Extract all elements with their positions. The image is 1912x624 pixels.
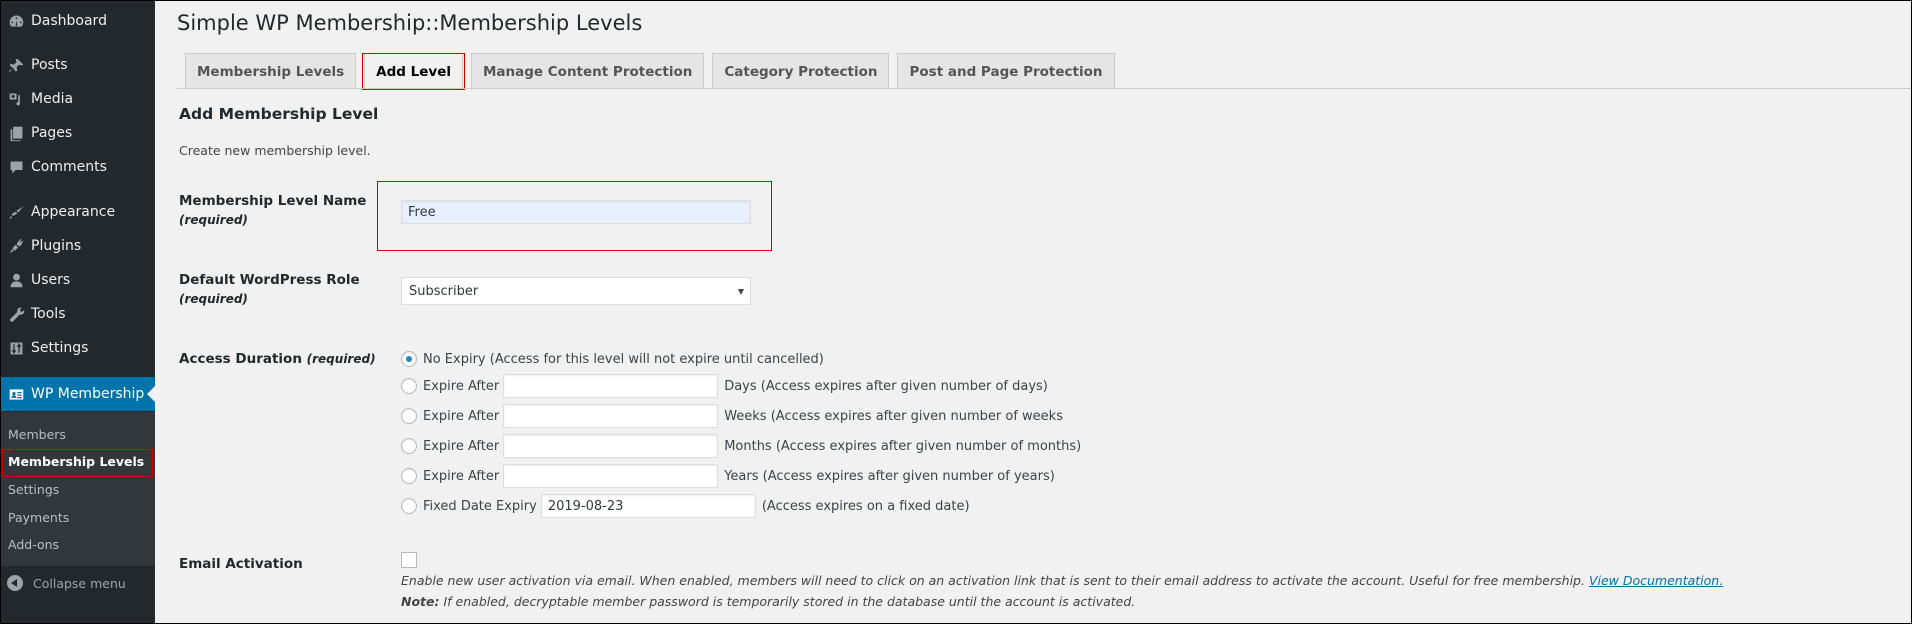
wordpress-role-label: Default WordPress Role (required): [179, 272, 360, 306]
dashboard-icon: [1, 13, 31, 30]
expire-days-radio[interactable]: [401, 378, 417, 394]
duration-option-fixed-date: Fixed Date Expiry (Access expires on a f…: [401, 494, 970, 518]
sidebar-item-appearance[interactable]: Appearance: [1, 195, 155, 229]
sidebar-item-comments[interactable]: Comments: [1, 150, 155, 184]
settings-icon: [1, 340, 31, 357]
tab-add-level[interactable]: Add Level: [362, 53, 465, 90]
expire-months-input[interactable]: [503, 434, 719, 458]
sidebar-item-dashboard[interactable]: Dashboard: [1, 4, 155, 38]
level-name-input[interactable]: [401, 200, 751, 224]
sidebar-item-pages[interactable]: Pages: [1, 116, 155, 150]
expire-weeks-input[interactable]: [503, 404, 719, 428]
user-icon: [1, 272, 31, 289]
sidebar-item-wp-membership[interactable]: WP Membership: [1, 377, 155, 411]
id-card-icon: [1, 386, 31, 403]
tab-membership-levels[interactable]: Membership Levels: [185, 53, 357, 89]
nav-tabs: Membership Levels Add Level Manage Conte…: [185, 53, 1123, 90]
pin-icon: [1, 57, 31, 74]
duration-option-months: Expire After Months (Access expires afte…: [401, 434, 1081, 458]
tab-category-protection[interactable]: Category Protection: [712, 53, 890, 89]
submenu-item-payments[interactable]: Payments: [1, 504, 155, 530]
page-title: Simple WP Membership::Membership Levels: [177, 11, 643, 35]
expire-years-input[interactable]: [503, 464, 719, 488]
fixed-date-input[interactable]: [540, 494, 756, 518]
sidebar-item-posts[interactable]: Posts: [1, 48, 155, 82]
access-duration-label: Access Duration (required): [179, 351, 376, 367]
media-icon: [1, 91, 31, 108]
comment-icon: [1, 159, 31, 176]
level-name-label: Membership Level Name (required): [179, 193, 367, 227]
duration-option-no-expiry: No Expiry (Access for this level will no…: [401, 347, 824, 371]
pages-icon: [1, 125, 31, 142]
screen: Dashboard Posts Media Pages Comments App…: [1, 1, 1911, 623]
duration-option-years: Expire After Years (Access expires after…: [401, 464, 1055, 488]
tabs-divider: [177, 88, 1911, 89]
expire-weeks-radio[interactable]: [401, 408, 417, 424]
email-activation-note: Note: If enabled, decryptable member pas…: [401, 594, 1136, 609]
submenu-item-settings[interactable]: Settings: [1, 476, 155, 502]
submenu-item-members[interactable]: Members: [1, 421, 155, 447]
fixed-date-radio[interactable]: [401, 498, 417, 514]
wordpress-role-select[interactable]: Subscriber: [401, 277, 751, 305]
wrench-icon: [1, 306, 31, 323]
sidebar-item-plugins[interactable]: Plugins: [1, 229, 155, 263]
submenu-item-add-ons[interactable]: Add-ons: [1, 531, 155, 557]
wp-membership-submenu: Members Membership Levels Settings Payme…: [1, 412, 155, 566]
email-activation-checkbox[interactable]: [401, 552, 417, 568]
admin-sidebar: Dashboard Posts Media Pages Comments App…: [1, 1, 155, 623]
view-documentation-link[interactable]: View Documentation.: [1589, 573, 1723, 588]
email-activation-help: Enable new user activation via email. Wh…: [401, 573, 1724, 588]
no-expiry-radio[interactable]: [401, 351, 417, 367]
paintbrush-icon: [1, 204, 31, 221]
sidebar-item-users[interactable]: Users: [1, 263, 155, 297]
submenu-item-membership-levels[interactable]: Membership Levels: [1, 448, 155, 477]
tab-manage-content-protection[interactable]: Manage Content Protection: [470, 53, 705, 89]
main-content: Simple WP Membership::Membership Levels …: [155, 1, 1911, 623]
collapse-icon: [7, 575, 23, 591]
sidebar-item-media[interactable]: Media: [1, 82, 155, 116]
sidebar-item-tools[interactable]: Tools: [1, 297, 155, 331]
expire-years-radio[interactable]: [401, 468, 417, 484]
expire-days-input[interactable]: [503, 374, 719, 398]
collapse-menu-button[interactable]: Collapse menu: [1, 566, 155, 600]
sidebar-item-settings[interactable]: Settings: [1, 331, 155, 365]
plugin-icon: [1, 238, 31, 255]
duration-option-days: Expire After Days (Access expires after …: [401, 374, 1048, 398]
section-title: Add Membership Level: [179, 105, 379, 123]
chevron-down-icon: [738, 289, 744, 295]
section-description: Create new membership level.: [179, 143, 371, 158]
duration-option-weeks: Expire After Weeks (Access expires after…: [401, 404, 1063, 428]
tab-post-and-page-protection[interactable]: Post and Page Protection: [897, 53, 1115, 89]
expire-months-radio[interactable]: [401, 438, 417, 454]
email-activation-label: Email Activation: [179, 556, 303, 572]
